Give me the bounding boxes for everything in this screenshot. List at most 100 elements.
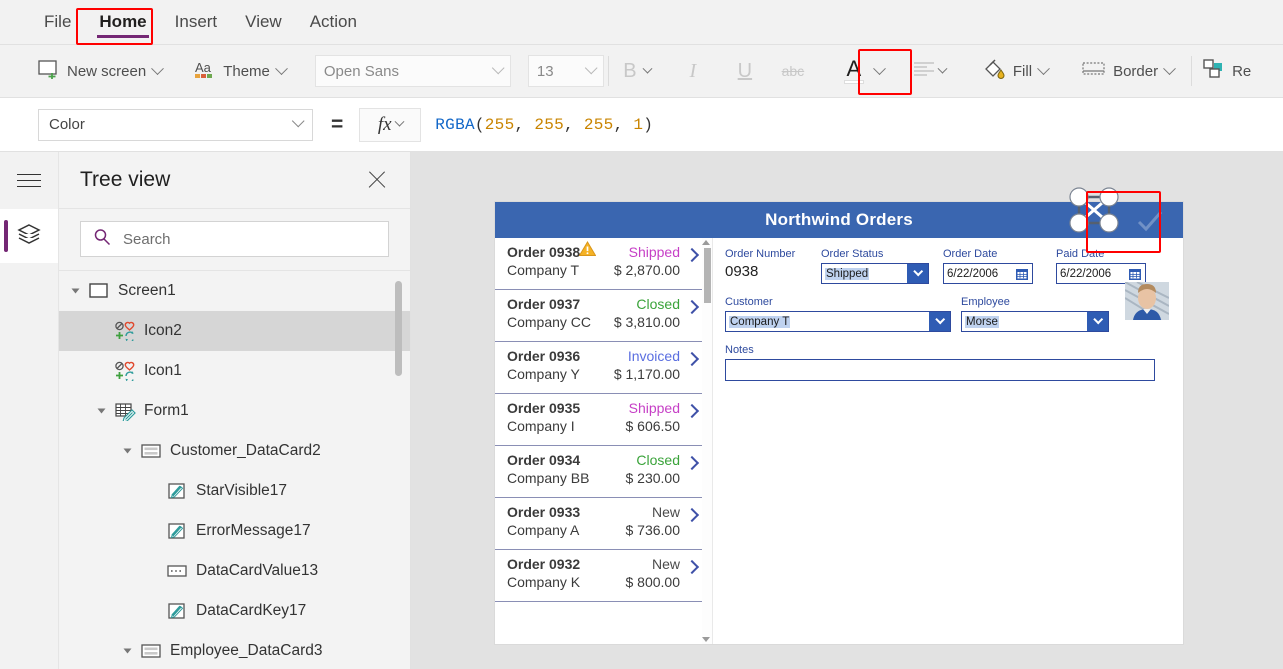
expand-chevron-icon[interactable]	[98, 409, 106, 414]
chevron-right-icon[interactable]	[680, 510, 704, 520]
chevron-down-icon	[907, 264, 928, 283]
calendar-icon[interactable]	[1124, 264, 1145, 283]
notes-input[interactable]	[725, 359, 1155, 381]
new-screen-button[interactable]: New screen	[31, 51, 169, 91]
property-select[interactable]: Color	[38, 109, 313, 141]
tree-item-starvisible17[interactable]: StarVisible17	[59, 471, 410, 511]
chevron-right-icon[interactable]	[680, 354, 704, 364]
expand-chevron-icon[interactable]	[124, 649, 132, 654]
tree-item-label: ErrorMessage17	[196, 522, 311, 540]
hamburger-menu-button[interactable]	[0, 152, 58, 209]
tree-item-label: Form1	[144, 402, 189, 420]
chevron-right-icon[interactable]	[680, 302, 704, 312]
tree-item-icon2[interactable]: Icon2	[59, 311, 410, 351]
chevron-right-icon[interactable]	[680, 562, 704, 572]
formula-input[interactable]: RGBA(255, 255, 255, 1)	[435, 116, 653, 134]
orders-gallery[interactable]: Order 0938ShippedCompany T$ 2,870.00Orde…	[495, 238, 713, 644]
tree-item-employee_datacard3[interactable]: Employee_DataCard3	[59, 631, 410, 669]
gallery-item[interactable]: Order 0937ClosedCompany CC$ 3,810.00	[495, 290, 712, 342]
menu-item-view[interactable]: View	[231, 0, 296, 45]
order-status: Shipped	[629, 244, 680, 260]
font-color-button[interactable]: A	[834, 51, 874, 91]
app-body: Order 0938ShippedCompany T$ 2,870.00Orde…	[495, 238, 1183, 644]
order-number: Order 0934	[507, 452, 580, 468]
input-icon	[166, 561, 188, 581]
search-box[interactable]	[80, 221, 389, 257]
gallery-item[interactable]: Order 0938ShippedCompany T$ 2,870.00	[495, 238, 712, 290]
chevron-right-icon[interactable]	[680, 250, 704, 260]
order-date-picker[interactable]: 6/22/2006	[943, 263, 1033, 284]
calendar-icon[interactable]	[1011, 264, 1032, 283]
reorder-label: Re	[1232, 63, 1251, 80]
ribbon-divider	[1191, 56, 1192, 86]
font-size-select[interactable]: 13	[528, 55, 604, 87]
strikethrough-icon[interactable]: abc	[776, 54, 810, 88]
menu-item-insert[interactable]: Insert	[161, 0, 232, 45]
tree-item-customer_datacard2[interactable]: Customer_DataCard2	[59, 431, 410, 471]
theme-button[interactable]: Aa Theme	[187, 51, 293, 91]
expand-chevron-icon[interactable]	[72, 289, 80, 294]
border-label: Border	[1113, 63, 1158, 80]
gallery-scrollbar-thumb[interactable]	[704, 248, 711, 303]
company-name: Company BB	[507, 470, 589, 486]
order-status: Invoiced	[628, 348, 680, 364]
reorder-button[interactable]: Re	[1196, 51, 1258, 91]
underline-icon[interactable]: U	[728, 54, 762, 88]
close-icon[interactable]	[366, 169, 388, 191]
tree-item-screen1[interactable]: Screen1	[59, 271, 410, 311]
search-input[interactable]	[121, 230, 376, 249]
gallery-item[interactable]: Order 0933NewCompany A$ 736.00	[495, 498, 712, 550]
checkmark-icon[interactable]	[1133, 206, 1167, 236]
tree-item-datacardvalue13[interactable]: DataCardValue13	[59, 551, 410, 591]
tree-scrollbar-thumb[interactable]	[395, 281, 402, 376]
tree-item-icon1[interactable]: Icon1	[59, 351, 410, 391]
tree-item-label: Icon2	[144, 322, 182, 340]
menu-item-action[interactable]: Action	[296, 0, 371, 45]
scroll-down-icon[interactable]	[702, 637, 710, 642]
chevron-down-icon[interactable]	[873, 62, 886, 75]
order-status: New	[652, 556, 680, 572]
border-icon	[1082, 60, 1106, 82]
font-family-select[interactable]: Open Sans	[315, 55, 511, 87]
fill-button[interactable]: Fill	[975, 51, 1055, 91]
gallery-item[interactable]: Order 0935ShippedCompany I$ 606.50	[495, 394, 712, 446]
paid-date-picker[interactable]: 6/22/2006	[1056, 263, 1146, 284]
tree-scrollbar-track[interactable]	[399, 271, 406, 669]
chevron-down-icon	[1037, 62, 1050, 75]
chevron-right-icon[interactable]	[680, 406, 704, 416]
menu-item-home[interactable]: Home	[85, 0, 160, 45]
order-amount: $ 606.50	[626, 418, 681, 434]
bold-button[interactable]: B	[613, 51, 658, 91]
gallery-item[interactable]: Order 0932NewCompany K$ 800.00	[495, 550, 712, 602]
chevron-right-icon[interactable]	[680, 458, 704, 468]
italic-icon[interactable]: I	[676, 54, 710, 88]
tree-item-datacardkey17[interactable]: DataCardKey17	[59, 591, 410, 631]
gallery-item[interactable]: Order 0936InvoicedCompany Y$ 1,170.00	[495, 342, 712, 394]
gallery-scrollbar-track[interactable]	[702, 238, 712, 644]
tree-item-label: Customer_DataCard2	[170, 442, 321, 460]
gallery-item[interactable]: Order 0934ClosedCompany BB$ 230.00	[495, 446, 712, 498]
menu-item-file[interactable]: File	[30, 0, 85, 45]
menu-item-label: View	[245, 12, 282, 32]
order-status: Closed	[636, 452, 680, 468]
font-color-swatch	[844, 80, 864, 84]
tree-item-errormessage17[interactable]: ErrorMessage17	[59, 511, 410, 551]
tree-item-form1[interactable]: Form1	[59, 391, 410, 431]
align-icon	[913, 61, 935, 81]
rail-item-tree-view[interactable]	[0, 209, 58, 263]
customer-dropdown[interactable]: Company T	[725, 311, 951, 332]
scroll-up-icon[interactable]	[702, 240, 710, 245]
tree-list[interactable]: Screen1 Icon2 Icon1 Form1 Customer_DataCard2…	[59, 271, 410, 669]
label-icon	[166, 601, 188, 621]
formula-sep: ,	[614, 116, 634, 134]
selected-network-icon[interactable]	[1063, 180, 1127, 240]
border-button[interactable]: Border	[1075, 51, 1181, 91]
warning-icon	[579, 241, 596, 256]
label-icon	[166, 521, 188, 541]
expand-chevron-icon[interactable]	[124, 449, 132, 454]
fx-button[interactable]: fx	[359, 108, 421, 142]
text-align-button[interactable]	[906, 51, 953, 91]
field-paid-date: Paid Date 6/22/2006	[1056, 248, 1169, 284]
order-status-dropdown[interactable]: Shipped	[821, 263, 929, 284]
employee-dropdown[interactable]: Morse	[961, 311, 1109, 332]
